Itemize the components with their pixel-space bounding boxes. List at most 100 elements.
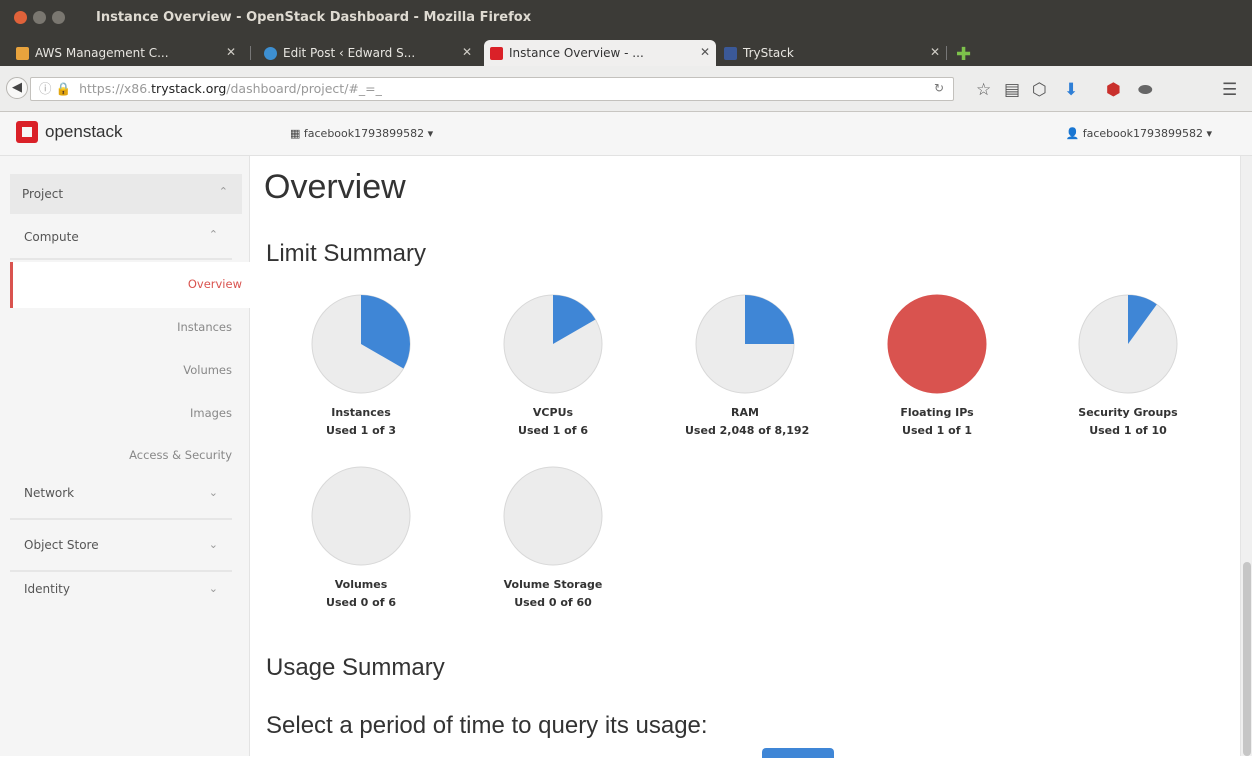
extension-icon[interactable]: ⬬ bbox=[1138, 80, 1153, 100]
pocket-icon[interactable]: ⬡ bbox=[1032, 80, 1047, 100]
submit-button[interactable] bbox=[762, 748, 834, 758]
tab-instance-overview[interactable]: Instance Overview - ... ✕ bbox=[484, 40, 716, 66]
tab-close-icon[interactable]: ✕ bbox=[700, 45, 710, 59]
window-minimize-button[interactable] bbox=[33, 11, 46, 24]
limit-summary-heading: Limit Summary bbox=[266, 240, 427, 267]
sidebar-label: Object Store bbox=[24, 538, 99, 552]
tab-label: Instance Overview - ... bbox=[509, 46, 644, 60]
limit-usage: Used 1 of 10 bbox=[1089, 424, 1167, 437]
browser-tab-bar: AWS Management C... ✕ Edit Post ‹ Edward… bbox=[0, 36, 1252, 66]
tab-aws-management[interactable]: AWS Management C... ✕ bbox=[10, 40, 242, 66]
lock-icon[interactable]: 🔒 bbox=[56, 81, 72, 96]
period-prompt: Select a period of time to query its usa… bbox=[266, 712, 708, 739]
tab-edit-post[interactable]: Edit Post ‹ Edward S... ✕ bbox=[258, 40, 478, 66]
sidebar-item-access-security[interactable]: Access & Security bbox=[10, 448, 232, 462]
aws-cube-icon bbox=[16, 46, 29, 60]
limit-chart-security-groups: Security Groups Used 1 of 10 bbox=[1068, 294, 1188, 437]
pie-svg bbox=[503, 294, 603, 394]
sidebar-item-overview[interactable]: Overview bbox=[10, 262, 250, 308]
sidebar-item-identity[interactable]: Identity ⌄ bbox=[10, 582, 232, 616]
tab-label: Edit Post ‹ Edward S... bbox=[283, 46, 416, 60]
project-selector-label: facebook1793899582 ▾ bbox=[303, 127, 434, 140]
sidebar-label: Identity bbox=[24, 582, 70, 596]
openstack-logo[interactable]: openstack bbox=[16, 121, 123, 143]
pie-svg bbox=[311, 466, 411, 566]
window-close-button[interactable] bbox=[14, 11, 27, 24]
project-selector[interactable]: ▦ facebook1793899582 ▾ bbox=[290, 127, 433, 140]
limit-chart-floating-ips: Floating IPs Used 1 of 1 bbox=[877, 294, 997, 437]
sidebar-label: Network bbox=[24, 486, 75, 500]
pie-svg bbox=[311, 294, 411, 394]
download-icon[interactable]: ⬇ bbox=[1064, 80, 1078, 100]
sidebar-label: Compute bbox=[24, 230, 79, 244]
limit-usage: Used 0 of 60 bbox=[514, 596, 592, 609]
limit-name: Volumes bbox=[334, 578, 388, 591]
pie-slice-free bbox=[503, 466, 603, 566]
sidebar-item-volumes[interactable]: Volumes bbox=[10, 363, 232, 377]
tab-close-icon[interactable]: ✕ bbox=[226, 45, 236, 59]
page-scrollbar[interactable] bbox=[1240, 156, 1252, 756]
openstack-logo-icon bbox=[16, 121, 38, 143]
user-icon: 👤 bbox=[1065, 127, 1083, 140]
logo-text: openstack bbox=[45, 122, 123, 141]
sidebar-item-network[interactable]: Network ⌄ bbox=[10, 486, 232, 520]
bookmark-star-icon[interactable]: ☆ bbox=[976, 80, 991, 100]
limit-usage: Used 2,048 of 8,192 bbox=[685, 424, 810, 437]
back-arrow-icon[interactable]: ◀ bbox=[6, 77, 28, 99]
pie-slice-used bbox=[887, 294, 987, 394]
chevron-down-icon: ⌄ bbox=[208, 486, 218, 499]
pie-slice-used bbox=[745, 295, 794, 344]
pie-svg bbox=[887, 294, 987, 394]
new-tab-icon[interactable]: ✚ bbox=[956, 44, 971, 65]
window-title: Instance Overview - OpenStack Dashboard … bbox=[96, 10, 532, 25]
sidebar-item-instances[interactable]: Instances bbox=[10, 320, 232, 334]
window-maximize-button[interactable] bbox=[52, 11, 65, 24]
ublock-icon[interactable]: ⬢ bbox=[1106, 80, 1121, 100]
facebook-icon bbox=[724, 46, 737, 60]
page-title: Overview bbox=[264, 168, 406, 206]
limit-usage: Used 0 of 6 bbox=[326, 596, 396, 609]
reading-list-icon[interactable]: ▤ bbox=[1004, 80, 1020, 100]
limit-name: Floating IPs bbox=[900, 406, 974, 419]
browser-nav-bar: ◀ ⓘ 🔒 https://x86.trystack.org/dashboard… bbox=[0, 66, 1252, 112]
hamburger-menu-icon[interactable]: ☰ bbox=[1222, 80, 1237, 100]
sidebar-label: Project bbox=[22, 187, 64, 201]
limit-name: Security Groups bbox=[1078, 406, 1178, 419]
tab-label: TryStack bbox=[743, 46, 794, 60]
user-menu[interactable]: 👤 facebook1793899582 ▾ bbox=[1066, 127, 1212, 140]
reload-icon[interactable]: ↻ bbox=[934, 81, 944, 95]
limit-chart-instances: Instances Used 1 of 3 bbox=[301, 294, 421, 437]
limit-chart-vcpus: VCPUs Used 1 of 6 bbox=[493, 294, 613, 437]
openstack-icon bbox=[490, 46, 503, 60]
tab-close-icon[interactable]: ✕ bbox=[930, 45, 940, 59]
url-path: /dashboard/project/#_=_ bbox=[226, 81, 382, 96]
limit-name: Instances bbox=[331, 406, 391, 419]
sidebar-item-object-store[interactable]: Object Store ⌄ bbox=[10, 538, 232, 572]
wordpress-icon bbox=[264, 46, 277, 60]
window-titlebar: Instance Overview - OpenStack Dashboard … bbox=[0, 0, 1252, 36]
window-controls bbox=[14, 11, 65, 24]
sidebar-item-images[interactable]: Images bbox=[10, 406, 232, 420]
url-input[interactable]: ⓘ 🔒 https://x86.trystack.org/dashboard/p… bbox=[30, 77, 954, 101]
scrollbar-thumb[interactable] bbox=[1243, 562, 1251, 756]
tab-trystack[interactable]: TryStack ✕ bbox=[718, 40, 946, 66]
chevron-up-icon: ⌃ bbox=[208, 228, 218, 241]
tab-label: AWS Management C... bbox=[35, 46, 169, 60]
limit-name: VCPUs bbox=[532, 406, 574, 419]
info-icon[interactable]: ⓘ bbox=[39, 81, 52, 96]
url-protocol: https://x86. bbox=[79, 81, 152, 96]
pie-svg bbox=[695, 294, 795, 394]
limit-chart-volumes: Volumes Used 0 of 6 bbox=[301, 466, 421, 609]
usage-summary-heading: Usage Summary bbox=[266, 654, 445, 681]
tab-close-icon[interactable]: ✕ bbox=[462, 45, 472, 59]
chevron-down-icon: ⌄ bbox=[208, 582, 218, 595]
limit-name: Volume Storage bbox=[503, 578, 603, 591]
openstack-header: openstack ▦ facebook1793899582 ▾ 👤 faceb… bbox=[0, 112, 1252, 156]
user-menu-label: facebook1793899582 ▾ bbox=[1082, 127, 1212, 140]
sidebar: Project ⌃ Compute ⌃ Overview Instances V… bbox=[0, 156, 250, 756]
pie-svg bbox=[503, 466, 603, 566]
sidebar-item-compute[interactable]: Compute ⌃ bbox=[10, 226, 232, 260]
limit-chart-volume-storage: Volume Storage Used 0 of 60 bbox=[493, 466, 613, 609]
sidebar-item-project[interactable]: Project ⌃ bbox=[10, 174, 242, 214]
url-domain: trystack.org bbox=[151, 81, 227, 96]
